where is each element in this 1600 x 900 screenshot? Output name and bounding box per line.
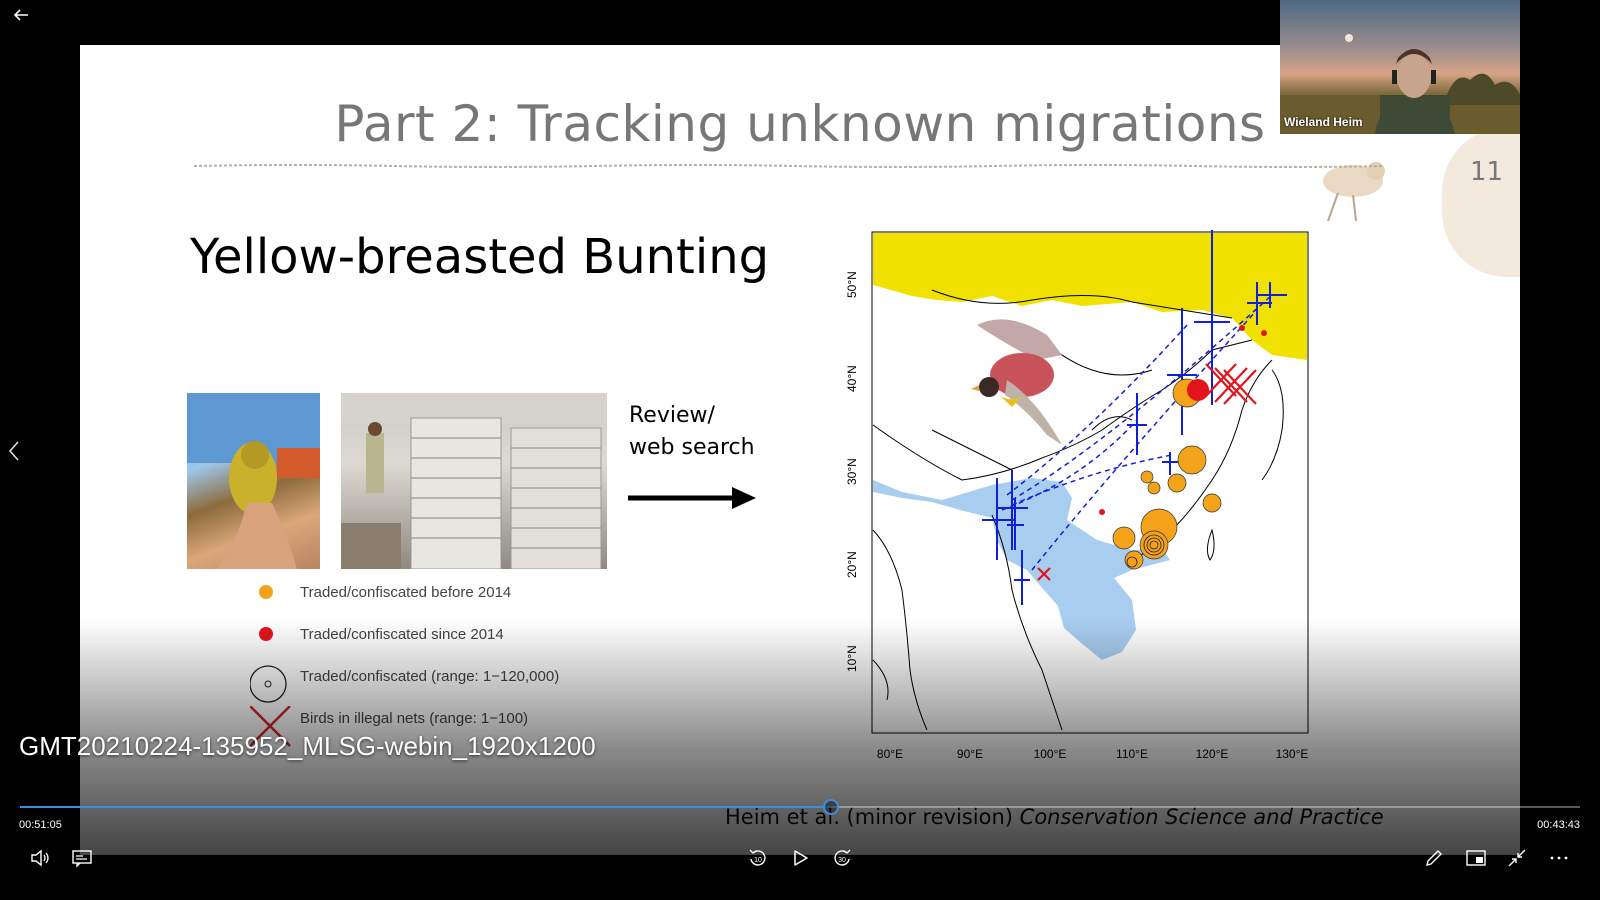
back-arrow-icon[interactable] — [10, 4, 32, 26]
forward-30-button[interactable]: 30 — [828, 844, 856, 872]
legend-item-range: Traded/confiscated (range: 1−120,000) — [250, 664, 590, 706]
legend-item-post2014: Traded/confiscated since 2014 — [250, 622, 590, 664]
bird-in-hand-photo — [187, 393, 320, 569]
play-icon — [794, 850, 808, 866]
red-dot-icon — [259, 627, 273, 641]
participant-name: Wieland Heim — [1284, 115, 1363, 129]
captions-icon — [72, 850, 92, 868]
pen-button[interactable] — [1420, 844, 1448, 872]
play-button[interactable] — [786, 844, 814, 872]
lat-label: 40°N — [845, 365, 859, 392]
slide-number: 11 — [1470, 157, 1504, 187]
forward-30-label: 30 — [838, 857, 846, 864]
video-file-title: GMT20210224-135952_MLSG-webin_1920x1200 — [19, 731, 596, 761]
picture-in-picture-button[interactable] — [1462, 844, 1490, 872]
map-legend: Traded/confiscated before 2014 Traded/co… — [250, 580, 590, 748]
seek-bar-progress — [20, 806, 831, 808]
lat-label: 30°N — [845, 458, 859, 485]
more-icon — [1550, 856, 1568, 860]
legend-item-pre2014: Traded/confiscated before 2014 — [250, 580, 590, 622]
lat-label: 10°N — [845, 645, 859, 672]
elapsed-time: 00:51:05 — [19, 819, 62, 831]
lon-label: 80°E — [877, 747, 903, 761]
review-label: Review/ web search — [629, 400, 755, 464]
legend-label: Traded/confiscated (range: 1−120,000) — [300, 668, 560, 685]
lon-label: 120°E — [1196, 747, 1229, 761]
rewind-10-icon: 10 — [749, 849, 766, 866]
lon-label: 130°E — [1276, 747, 1309, 761]
video-player: 11 Part 2: Tracking unknown migrations Y… — [0, 0, 1600, 900]
species-heading: Yellow-breasted Bunting — [190, 229, 770, 285]
forward-30-icon: 30 — [834, 849, 851, 866]
review-line-1: Review/ — [629, 403, 715, 428]
rewind-10-label: 10 — [754, 857, 762, 864]
picture-in-picture-icon — [1466, 850, 1486, 866]
lat-label: 20°N — [845, 551, 859, 578]
citation-authors: Heim et al. (minor revision) — [725, 805, 1020, 829]
range-circle-icon — [250, 665, 287, 703]
webcam-scene — [1280, 34, 1520, 134]
review-line-2: web search — [629, 435, 755, 460]
exit-fullscreen-button[interactable] — [1503, 844, 1531, 872]
remaining-time: 00:43:43 — [1537, 819, 1580, 831]
lon-label: 90°E — [957, 747, 983, 761]
orange-dot-icon — [259, 585, 273, 599]
right-arrow-icon — [628, 487, 756, 509]
lat-label: 50°N — [845, 271, 859, 298]
exit-fullscreen-icon — [1508, 849, 1526, 867]
legend-label: Birds in illegal nets (range: 1−100) — [300, 710, 529, 727]
volume-icon — [31, 849, 49, 867]
more-button[interactable] — [1545, 844, 1573, 872]
confiscated-cages-photo — [341, 393, 607, 569]
rewind-10-button[interactable]: 10 — [744, 844, 772, 872]
lon-label: 100°E — [1034, 747, 1067, 761]
pen-icon — [1426, 850, 1442, 866]
title-underline — [194, 164, 1384, 168]
citation-journal: Conservation Science and Practice — [1019, 805, 1384, 829]
distribution-map: 50°N 40°N 30°N 20°N 10°N 80°E 90°E 100°E… — [845, 230, 1309, 761]
lon-label: 110°E — [1116, 747, 1148, 761]
participant-video[interactable]: Wieland Heim — [1280, 0, 1520, 134]
volume-button[interactable] — [26, 844, 54, 872]
chevron-left-icon[interactable] — [4, 436, 24, 466]
bird-decoration-icon — [1323, 162, 1385, 222]
seek-thumb[interactable] — [823, 799, 839, 815]
captions-button[interactable] — [68, 844, 96, 872]
legend-label: Traded/confiscated since 2014 — [300, 626, 504, 643]
legend-label: Traded/confiscated before 2014 — [300, 584, 512, 601]
